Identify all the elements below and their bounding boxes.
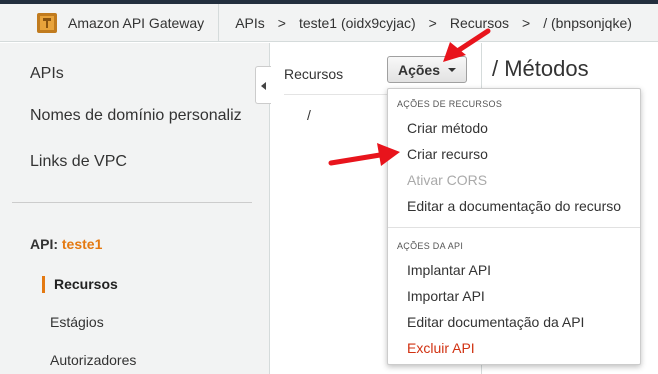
top-navbar: Amazon API Gateway APIs > teste1 (oidx9c…	[0, 4, 658, 42]
sidebar-item-authorizers[interactable]: Autorizadores	[50, 352, 136, 368]
sidebar-item-apis[interactable]: APIs	[30, 65, 64, 83]
actions-dropdown-menu: AÇÕES DE RECURSOS Criar método Criar rec…	[387, 88, 641, 365]
breadcrumb-api[interactable]: teste1 (oidx9cyjac)	[299, 15, 416, 31]
menu-header-resource-actions: AÇÕES DE RECURSOS	[397, 99, 503, 109]
sidebar-item-resources[interactable]: Recursos	[54, 276, 118, 292]
menu-item-import-api[interactable]: Importar API	[407, 288, 485, 304]
breadcrumb-separator: >	[277, 14, 286, 31]
menu-separator	[388, 227, 640, 228]
sidebar-item-custom-domains[interactable]: Nomes de domínio personaliz	[30, 107, 244, 125]
menu-item-create-method[interactable]: Criar método	[407, 120, 488, 136]
breadcrumb: APIs > teste1 (oidx9cyjac) > Recursos > …	[219, 15, 632, 31]
api-gateway-logo-icon	[37, 12, 57, 33]
sidebar-divider	[12, 202, 252, 203]
breadcrumb-resource-root[interactable]: / (bnpsonjqke)	[543, 15, 632, 31]
methods-title: / Métodos	[492, 56, 589, 81]
sidebar-api-title: API: teste1	[30, 236, 102, 252]
menu-item-edit-resource-docs[interactable]: Editar a documentação do recurso	[407, 198, 621, 214]
api-label: API:	[30, 236, 58, 252]
sidebar-item-stages[interactable]: Estágios	[50, 314, 104, 330]
breadcrumb-resources[interactable]: Recursos	[450, 15, 509, 31]
brand-title: Amazon API Gateway	[68, 14, 205, 31]
menu-item-edit-api-docs[interactable]: Editar documentação da API	[407, 314, 584, 330]
menu-header-api-actions: AÇÕES DA API	[397, 241, 464, 251]
resources-header: Recursos	[284, 66, 344, 82]
breadcrumb-separator: >	[428, 14, 437, 31]
menu-item-enable-cors: Ativar CORS	[407, 172, 488, 188]
chevron-down-icon	[448, 67, 457, 72]
sidebar	[0, 43, 270, 374]
collapse-sidebar-button[interactable]	[255, 66, 271, 104]
api-name[interactable]: teste1	[62, 236, 102, 252]
actions-button-label: Ações	[397, 61, 441, 78]
sidebar-item-vpc-links[interactable]: Links de VPC	[30, 153, 127, 171]
resource-root[interactable]: /	[307, 107, 311, 123]
breadcrumb-apis[interactable]: APIs	[235, 15, 265, 31]
active-indicator	[42, 276, 45, 293]
menu-item-create-resource[interactable]: Criar recurso	[407, 146, 488, 162]
breadcrumb-separator: >	[522, 14, 531, 31]
menu-item-deploy-api[interactable]: Implantar API	[407, 262, 491, 278]
actions-button[interactable]: Ações	[387, 56, 467, 83]
menu-item-delete-api[interactable]: Excluir API	[407, 340, 475, 356]
brand[interactable]: Amazon API Gateway	[0, 4, 220, 41]
